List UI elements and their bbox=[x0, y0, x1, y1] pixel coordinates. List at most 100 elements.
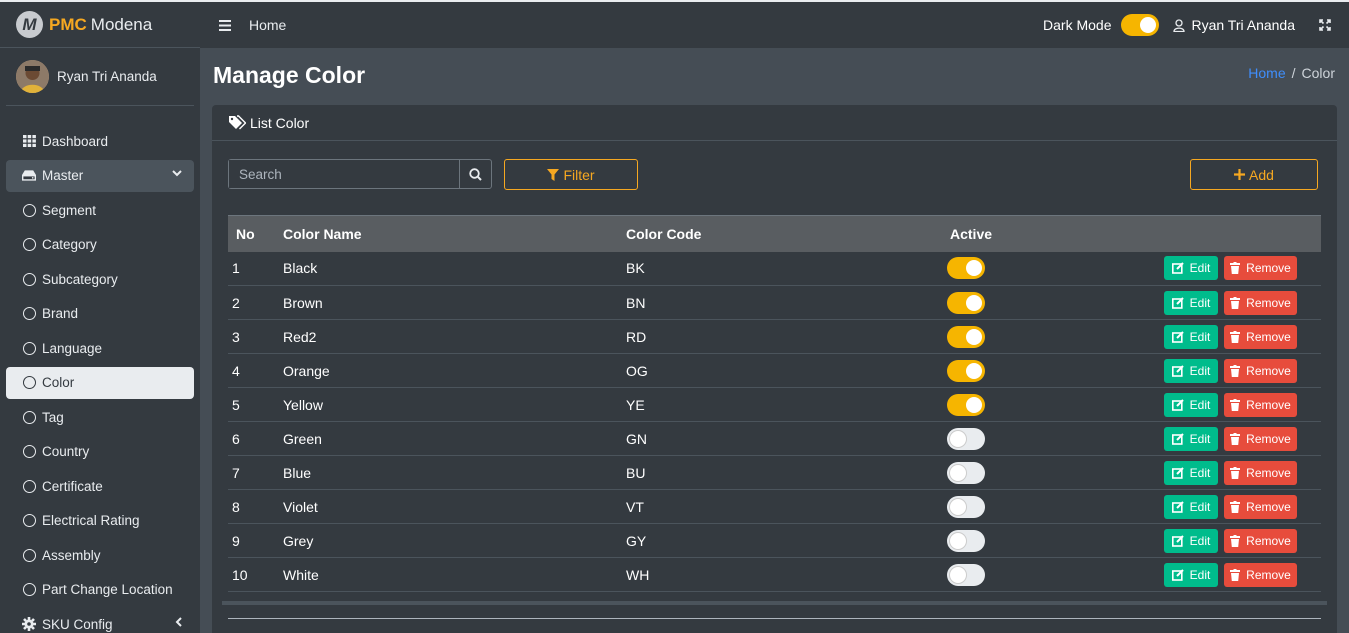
active-toggle[interactable] bbox=[947, 427, 985, 450]
sidebar-item-brand[interactable]: Brand bbox=[6, 298, 194, 330]
edit-label: Edit bbox=[1189, 363, 1211, 378]
sidebar-user-name: Ryan Tri Ananda bbox=[57, 69, 157, 84]
active-toggle[interactable] bbox=[947, 325, 985, 348]
sidebar-item-category[interactable]: Category bbox=[6, 229, 194, 261]
sidebar-item-color[interactable]: Color bbox=[6, 366, 194, 399]
user-panel[interactable]: Ryan Tri Ananda bbox=[6, 48, 194, 106]
remove-button[interactable]: Remove bbox=[1224, 562, 1297, 587]
cell-active bbox=[943, 558, 1123, 592]
remove-button[interactable]: Remove bbox=[1224, 358, 1297, 383]
column-header-color-name[interactable]: Color Name bbox=[276, 215, 619, 252]
cell-no: 5 bbox=[232, 396, 240, 413]
active-toggle[interactable] bbox=[947, 291, 985, 314]
sidebar-item-certificate[interactable]: Certificate bbox=[6, 470, 194, 502]
sidebar-item-language[interactable]: Language bbox=[6, 332, 194, 364]
header-home-link[interactable]: Home bbox=[249, 17, 286, 33]
circle-icon bbox=[22, 583, 36, 597]
sidebar-item-label: Category bbox=[42, 237, 97, 252]
edit-button[interactable]: Edit bbox=[1164, 358, 1218, 383]
cell-active bbox=[943, 422, 1123, 456]
active-toggle[interactable] bbox=[947, 495, 985, 518]
sidebar-item-label: Country bbox=[42, 444, 90, 459]
sidebar-item-dashboard[interactable]: Dashboard bbox=[6, 125, 194, 157]
remove-button[interactable]: Remove bbox=[1224, 528, 1297, 553]
sidebar-item-sku-config[interactable]: SKU Config bbox=[6, 608, 194, 633]
sidebar-item-electrical-rating[interactable]: Electrical Rating bbox=[6, 505, 194, 537]
edit-button[interactable]: Edit bbox=[1164, 426, 1218, 451]
cell-active bbox=[943, 354, 1123, 388]
edit-button[interactable]: Edit bbox=[1164, 324, 1218, 349]
edit-button[interactable]: Edit bbox=[1164, 528, 1218, 553]
circle-icon bbox=[22, 272, 36, 286]
active-toggle[interactable] bbox=[947, 393, 985, 416]
active-toggle[interactable] bbox=[947, 461, 985, 484]
trash-icon bbox=[1230, 466, 1241, 479]
sidebar-item-label: Certificate bbox=[42, 478, 103, 494]
brand[interactable]: M PMC Modena bbox=[0, 2, 200, 48]
cell-color-name: Black bbox=[283, 260, 318, 277]
column-header-color-code[interactable]: Color Code bbox=[619, 215, 943, 252]
dark-mode-toggle[interactable] bbox=[1121, 14, 1160, 36]
filter-label: Filter bbox=[563, 166, 595, 183]
gear-icon bbox=[22, 617, 36, 631]
edit-button[interactable]: Edit bbox=[1164, 460, 1218, 485]
edit-icon bbox=[1171, 466, 1184, 479]
cell-no: 1 bbox=[232, 260, 240, 277]
header-user-menu[interactable]: Ryan Tri Ananda bbox=[1173, 17, 1295, 33]
search-button[interactable] bbox=[459, 160, 491, 188]
edit-label: Edit bbox=[1189, 261, 1211, 276]
active-toggle[interactable] bbox=[947, 529, 985, 552]
edit-button[interactable]: Edit bbox=[1164, 290, 1218, 315]
sidebar-item-country[interactable]: Country bbox=[6, 436, 194, 468]
edit-button[interactable]: Edit bbox=[1164, 562, 1218, 587]
remove-button[interactable]: Remove bbox=[1224, 256, 1297, 281]
column-header-no[interactable]: No bbox=[228, 215, 276, 252]
table-header-row: No Color Name Color Code Active bbox=[228, 215, 1321, 252]
remove-button[interactable]: Remove bbox=[1224, 494, 1297, 519]
sidebar-item-assembly[interactable]: Assembly bbox=[6, 539, 194, 571]
remove-button[interactable]: Remove bbox=[1224, 290, 1297, 315]
edit-button[interactable]: Edit bbox=[1164, 392, 1218, 417]
edit-button[interactable]: Edit bbox=[1164, 256, 1218, 281]
circle-icon bbox=[22, 445, 36, 459]
active-toggle[interactable] bbox=[947, 359, 985, 382]
edit-button[interactable]: Edit bbox=[1164, 494, 1218, 519]
horizontal-scrollbar[interactable] bbox=[222, 601, 1327, 605]
edit-icon bbox=[1171, 432, 1184, 445]
active-toggle[interactable] bbox=[947, 563, 985, 586]
user-icon bbox=[1173, 18, 1186, 32]
fullscreen-icon[interactable] bbox=[1319, 19, 1331, 31]
edit-label: Edit bbox=[1189, 533, 1211, 548]
trash-icon bbox=[1230, 364, 1241, 377]
menu-toggle-icon[interactable] bbox=[219, 19, 231, 31]
sidebar-item-label: Subcategory bbox=[42, 271, 118, 287]
remove-button[interactable]: Remove bbox=[1224, 392, 1297, 417]
breadcrumb-home-link[interactable]: Home bbox=[1248, 65, 1285, 81]
table-row: 1 Black BK Edit Remove bbox=[228, 252, 1321, 286]
edit-icon bbox=[1171, 364, 1184, 377]
cell-actions: Edit Remove bbox=[1123, 252, 1321, 286]
add-label: Add bbox=[1249, 166, 1274, 183]
cell-no: 6 bbox=[232, 430, 240, 447]
sidebar-item-segment[interactable]: Segment bbox=[6, 194, 194, 226]
active-toggle[interactable] bbox=[947, 257, 985, 280]
column-header-active[interactable]: Active bbox=[943, 215, 1123, 252]
remove-label: Remove bbox=[1246, 499, 1291, 514]
sidebar-item-part-change-location[interactable]: Part Change Location bbox=[6, 574, 194, 606]
cell-actions: Edit Remove bbox=[1123, 286, 1321, 320]
remove-button[interactable]: Remove bbox=[1224, 324, 1297, 349]
sidebar-item-subcategory[interactable]: Subcategory bbox=[6, 263, 194, 295]
trash-icon bbox=[1230, 534, 1241, 547]
edit-icon bbox=[1171, 262, 1184, 275]
remove-button[interactable]: Remove bbox=[1224, 426, 1297, 451]
sidebar-item-master[interactable]: Master bbox=[6, 159, 194, 192]
cell-actions: Edit Remove bbox=[1123, 388, 1321, 422]
add-button[interactable]: Add bbox=[1190, 159, 1318, 190]
table-row: 2 Brown BN Edit Remove bbox=[228, 286, 1321, 320]
sidebar-item-tag[interactable]: Tag bbox=[6, 401, 194, 433]
circle-icon bbox=[22, 514, 36, 528]
sidebar-item-label: Part Change Location bbox=[42, 582, 173, 597]
search-input[interactable] bbox=[229, 160, 459, 188]
filter-button[interactable]: Filter bbox=[504, 159, 638, 190]
remove-button[interactable]: Remove bbox=[1224, 460, 1297, 485]
